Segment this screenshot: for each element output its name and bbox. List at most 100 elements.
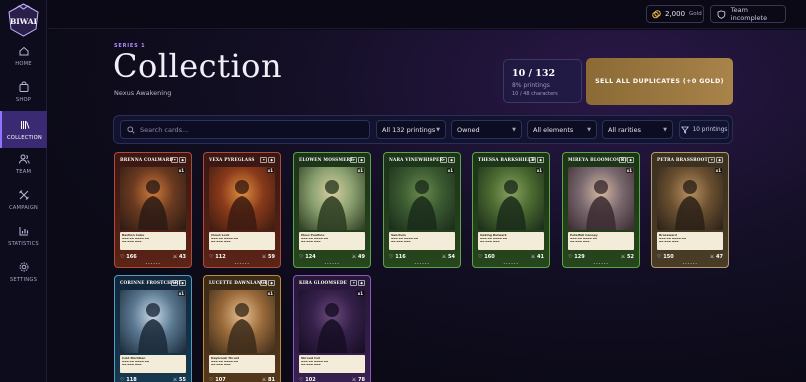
card-header: VEXA PYREGLASS ✦ ◆ (209, 157, 275, 167)
hp-stat: ♡ 129 (568, 253, 585, 260)
team-icon (18, 154, 30, 164)
campaign-icon (18, 190, 29, 200)
collection-icon (20, 121, 29, 129)
card-badges: ✦ ◆ (619, 157, 634, 163)
statistics-icon (19, 227, 28, 236)
printings-select[interactable]: All 132 printings ▼ (376, 120, 446, 139)
sidebar-item-statistics[interactable]: STATISTICS (0, 225, 47, 261)
svg-text:BIWAI: BIWAI (10, 17, 38, 26)
card-art: x1 (389, 167, 455, 230)
card-stats: ♡ 129 ⚔ 52 (568, 252, 634, 261)
filter-bar: Search cards... All 132 printings ▼ Owned… (113, 115, 733, 144)
card-art: x1 (657, 167, 723, 230)
attack-stat: ⚔ 59 (261, 253, 275, 260)
ability-description: ▬▬▬ ▬▬ ▬▬▬▬ ▬▬ ▬▬ ▬▬▬ ▬▬▬ (211, 360, 239, 366)
sell-duplicates-button[interactable]: SELL ALL DUPLICATES (+0 GOLD) (586, 58, 733, 105)
attack-stat: ⚔ 78 (351, 376, 365, 382)
owned-count: x1 (266, 168, 274, 173)
team-status-button[interactable]: Team incomplete (710, 5, 786, 23)
collection-card[interactable]: LUCETTE DAWNLANCE ✦ ◆ x1 Daybreak Thrust … (203, 275, 281, 382)
rarity-icon: ◆ (537, 157, 544, 163)
attack-value: 59 (268, 253, 275, 260)
card-art: x1 (568, 167, 634, 230)
attack-value: 52 (627, 253, 634, 260)
sidebar-item-collection[interactable]: COLLECTION (0, 111, 47, 148)
chevron-down-icon: ▼ (587, 126, 591, 133)
hp-value: 150 (663, 253, 674, 260)
card-stats: ♡ 160 ⚔ 41 (478, 252, 544, 261)
collection-card[interactable]: KIRA GLOOMSEDE ✦ ◆ x1 Shroud Cut ▬▬▬ ▬▬ ▬… (293, 275, 371, 382)
card-footer-strip: ▪ ▪ ▪ ▪ ▪ ▪ (145, 263, 161, 265)
collection-card[interactable]: NARA VINEWHISPER ✦ ◆ x1 Sanctum ▬▬▬ ▬▬ ▬▬… (383, 152, 461, 268)
character-figure (317, 180, 347, 230)
collection-card[interactable]: BRENNA COALWARD ✦ ◆ x1 Bastion Cube ▬▬▬ ▬… (114, 152, 192, 268)
hp-value: 124 (305, 253, 316, 260)
rarity-icon: ◆ (358, 280, 365, 286)
card-badges: ✦ ◆ (350, 280, 365, 286)
page-subtitle: Nexus Awakening (114, 89, 172, 97)
owned-select[interactable]: Owned ▼ (451, 120, 522, 139)
sidebar-item-label: CAMPAIGN (8, 205, 39, 211)
ability-description: ▬▬▬ ▬▬ ▬▬▬▬ ▬▬ ▬▬ ▬▬▬ ▬▬▬ (122, 360, 150, 366)
ability-box: Sanctum ▬▬▬ ▬▬ ▬▬▬▬ ▬▬ ▬▬ ▬▬▬ ▬▬▬ (389, 232, 455, 250)
gold-balance[interactable]: 2,000 Gold (646, 5, 704, 23)
element-icon: ✦ (350, 157, 358, 163)
attack-value: 55 (179, 376, 186, 382)
hp-value: 107 (215, 376, 226, 382)
card-art: x1 (478, 167, 544, 230)
card-footer-strip: ▪ ▪ ▪ ▪ ▪ ▪ (324, 263, 340, 265)
shop-icon (19, 81, 28, 92)
attack-value: 41 (537, 253, 544, 260)
hp-stat: ♡ 150 (657, 253, 674, 260)
settings-icon (19, 262, 28, 272)
search-input[interactable]: Search cards... (120, 120, 370, 139)
hp-value: 166 (126, 253, 137, 260)
card-badges: ✦ ◆ (260, 157, 275, 163)
ability-description: ▬▬▬ ▬▬ ▬▬▬▬ ▬▬ ▬▬ ▬▬▬ ▬▬▬ (480, 237, 508, 243)
search-icon (127, 125, 135, 134)
card-badges: ✦ ◆ (440, 157, 455, 163)
rarity-icon: ◆ (358, 157, 365, 163)
card-header: KIRA GLOOMSEDE ✦ ◆ (299, 280, 365, 290)
card-footer-strip: ▪ ▪ ▪ ▪ ▪ ▪ (414, 263, 430, 265)
owned-count: x1 (535, 168, 543, 173)
collection-card[interactable]: PETRA BRASSROOT ✦ ◆ x1 Brassward ▬▬▬ ▬▬ ▬… (651, 152, 729, 268)
card-header: CORINNE FROSTCHART ✦ ◆ (120, 280, 186, 290)
owned-select-value: Owned (457, 125, 480, 134)
character-figure (675, 180, 705, 230)
element-icon: ✦ (619, 157, 627, 163)
collection-card[interactable]: CORINNE FROSTCHART ✦ ◆ x1 Cold Meridian ▬… (114, 275, 192, 382)
sidebar-item-home[interactable]: HOME (0, 45, 47, 81)
printings-filter-button[interactable]: 10 printings (679, 120, 729, 139)
sidebar-item-team[interactable]: TEAM (0, 153, 47, 189)
rarities-select[interactable]: All rarities ▼ (602, 120, 673, 139)
hp-stat: ♡ 166 (120, 253, 137, 260)
attack-stat: ⚔ 52 (620, 253, 634, 260)
attack-stat: ⚔ 47 (709, 253, 723, 260)
rarity-icon: ◆ (716, 157, 723, 163)
biwai-logo[interactable]: BIWAI (7, 3, 40, 37)
ability-box: Daybreak Thrust ▬▬▬ ▬▬ ▬▬▬▬ ▬▬ ▬▬ ▬▬▬ ▬▬▬ (209, 355, 275, 373)
sidebar-item-label: STATISTICS (8, 241, 39, 247)
elements-select[interactable]: All elements ▼ (527, 120, 597, 139)
card-stats: ♡ 102 ⚔ 78 (299, 375, 365, 382)
card-stats: ♡ 116 ⚔ 54 (389, 252, 455, 261)
rarity-icon: ◆ (268, 280, 275, 286)
collection-card[interactable]: VEXA PYREGLASS ✦ ◆ x1 Cloud Lock ▬▬▬ ▬▬ ▬… (203, 152, 281, 268)
character-figure (227, 303, 257, 353)
hp-value: 116 (395, 253, 406, 260)
collection-card[interactable]: THESSA BARKSHIELD ✦ ◆ x1 Oaking Bulwark ▬… (472, 152, 550, 268)
card-stats: ♡ 124 ⚔ 49 (299, 252, 365, 261)
card-stats: ♡ 112 ⚔ 59 (209, 252, 275, 261)
sidebar-item-label: HOME (15, 61, 32, 67)
owned-count: x1 (177, 291, 185, 296)
collection-card[interactable]: ELOWEN MOSSMERE ✦ ◆ x1 Moss Poultice ▬▬▬ … (293, 152, 371, 268)
attack-value: 47 (716, 253, 723, 260)
card-badges: ✦ ◆ (171, 157, 186, 163)
collection-card[interactable]: MIREYA BLOOMCOURT ✦ ◆ x1 Petalfall Canopy… (562, 152, 640, 268)
sidebar-item-settings[interactable]: SETTINGS (0, 261, 47, 297)
sidebar-item-campaign[interactable]: CAMPAIGN (0, 189, 47, 225)
hp-stat: ♡ 116 (389, 253, 406, 260)
sidebar-item-label: COLLECTION (6, 135, 43, 141)
attack-stat: ⚔ 55 (172, 376, 186, 382)
